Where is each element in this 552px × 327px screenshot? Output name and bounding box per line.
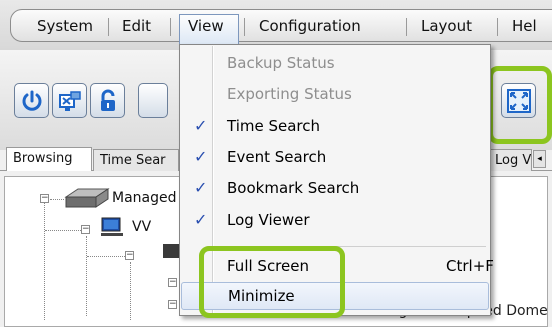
menu-item-label: Full Screen <box>227 257 309 275</box>
tab-log-viewer[interactable]: Log V <box>488 149 532 171</box>
menu-divider <box>244 18 245 36</box>
power-button[interactable] <box>14 83 49 118</box>
menu-help[interactable]: Hel <box>504 14 545 38</box>
tree-node-child[interactable]: VV <box>132 219 151 235</box>
menu-layout[interactable]: Layout <box>413 14 480 38</box>
menu-item-log-viewer[interactable]: ✓ Log Viewer <box>181 206 489 235</box>
tree-line <box>50 199 64 200</box>
tab-browsing[interactable]: Browsing <box>6 147 92 171</box>
tree-expander-icon[interactable]: − <box>81 225 90 234</box>
menu-item-label: Exporting Status <box>227 85 352 103</box>
tree-line <box>45 230 81 231</box>
menu-item-label: Log Viewer <box>227 211 310 229</box>
menu-divider <box>108 18 109 36</box>
tree-line <box>86 236 87 316</box>
checkmark-icon: ✓ <box>194 116 208 135</box>
lock-button[interactable] <box>90 83 125 118</box>
checkmark-icon: ✓ <box>194 147 208 166</box>
fullscreen-button[interactable] <box>501 83 536 118</box>
checkmark-icon: ✓ <box>194 178 208 197</box>
menu-system[interactable]: System <box>29 14 101 38</box>
checkmark-icon: ✓ <box>194 210 208 229</box>
menu-item-full-screen[interactable]: Full Screen Ctrl+F <box>181 252 494 281</box>
menu-item-time-search[interactable]: ✓ Time Search <box>181 112 489 141</box>
fullscreen-icon <box>507 89 531 113</box>
menu-divider <box>170 18 171 36</box>
network-monitor-button[interactable] <box>52 83 87 118</box>
tree-expander-icon[interactable]: − <box>125 251 134 260</box>
lock-icon <box>101 89 115 111</box>
menu-item-exporting-status[interactable]: Exporting Status <box>181 80 489 109</box>
menu-item-minimize[interactable]: Minimize <box>181 282 489 310</box>
tree-node-root[interactable]: Managed <box>112 190 177 206</box>
menu-item-event-search[interactable]: ✓ Event Search <box>181 143 489 172</box>
menu-item-label: Bookmark Search <box>227 179 360 197</box>
menu-divider <box>497 18 498 36</box>
server-icon <box>64 188 110 208</box>
menu-separator <box>218 246 486 247</box>
folder-icon <box>163 244 179 258</box>
menu-item-backup-status[interactable]: Backup Status <box>181 49 489 78</box>
tree-line <box>44 200 45 320</box>
toolbar-button-partial[interactable] <box>138 83 168 118</box>
tree-expander-icon[interactable]: − <box>168 278 177 287</box>
menu-item-label: Minimize <box>228 287 295 305</box>
tab-time-search[interactable]: Time Sear <box>93 149 179 171</box>
tree-line <box>130 262 131 320</box>
menu-configuration[interactable]: Configuration <box>251 14 369 38</box>
menu-view[interactable]: View <box>179 14 239 45</box>
tree-expander-icon[interactable]: − <box>40 194 49 203</box>
menu-item-bookmark-search[interactable]: ✓ Bookmark Search <box>181 174 489 203</box>
network-monitor-icon <box>59 91 81 111</box>
menu-divider <box>406 18 407 36</box>
power-icon <box>22 90 42 111</box>
menu-item-label: Time Search <box>227 117 321 135</box>
tree-expander-icon[interactable]: − <box>168 300 177 309</box>
menu-item-label: Event Search <box>227 148 327 166</box>
monitor-icon <box>101 217 123 236</box>
menu-item-label: Backup Status <box>227 54 335 72</box>
tree-line <box>87 256 125 257</box>
tab-scroll-left-icon[interactable]: ◂ <box>533 150 546 168</box>
menu-item-shortcut: Ctrl+F <box>446 257 494 275</box>
menu-edit[interactable]: Edit <box>114 14 159 38</box>
